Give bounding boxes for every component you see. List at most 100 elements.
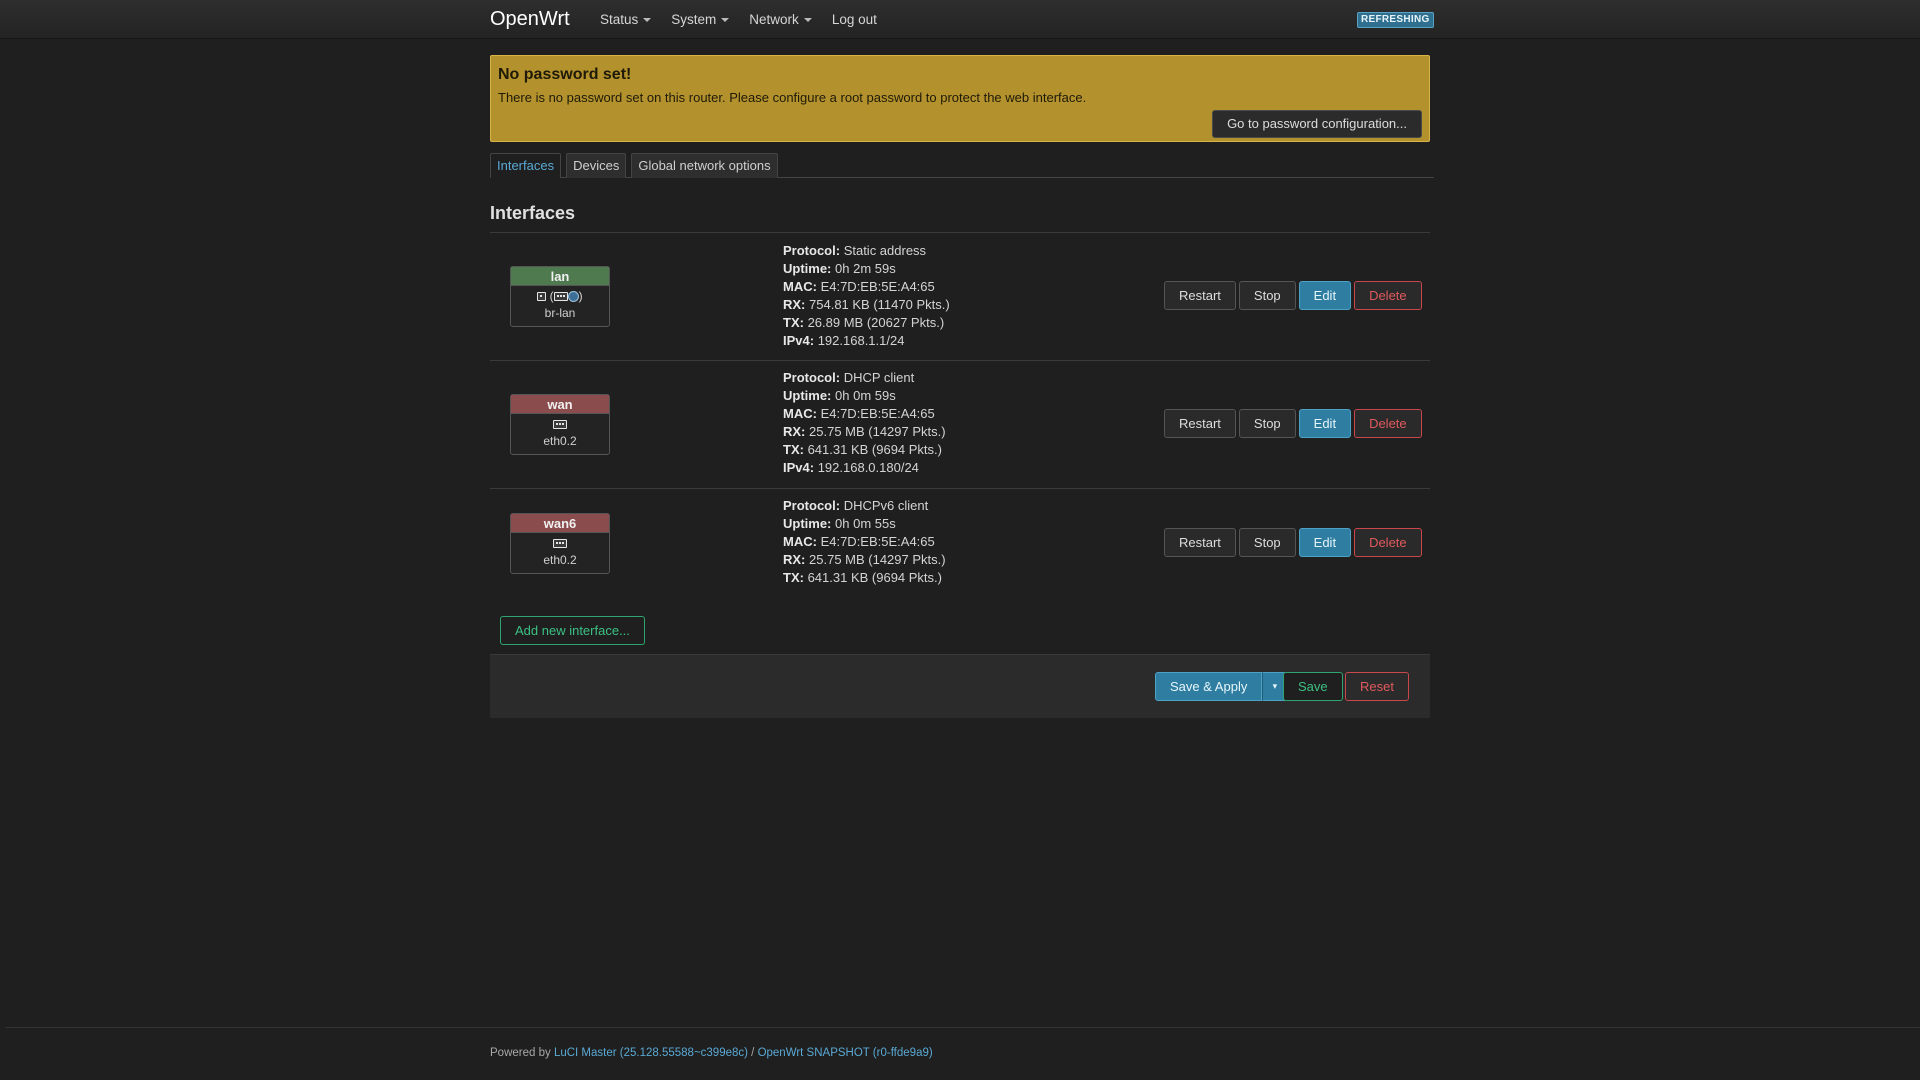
save-apply-button[interactable]: Save & Apply <box>1155 672 1263 701</box>
interface-device: eth0.2 <box>543 553 577 567</box>
luci-version-link[interactable]: LuCI Master (25.128.55588~c399e8c) <box>554 1047 748 1059</box>
interface-row-wan: wan eth0.2 Protocol: DHCP client Uptime:… <box>490 361 1430 489</box>
caret-down-icon <box>643 17 652 22</box>
interface-badge-lan: lan () br-lan <box>510 266 610 327</box>
detail-value: 754.81 KB (11470 Pkts.) <box>809 297 950 312</box>
interface-device: eth0.2 <box>543 434 577 448</box>
tab-bar: Interfaces Devices Global network option… <box>490 153 1434 178</box>
edit-button[interactable]: Edit <box>1298 528 1352 557</box>
detail-label: IPv4: <box>783 333 815 348</box>
stop-button[interactable]: Stop <box>1238 528 1296 557</box>
detail-label: TX: <box>783 315 804 330</box>
edit-button[interactable]: Edit <box>1298 281 1352 310</box>
top-navbar: OpenWrt Status System Network Log out RE… <box>0 0 1920 39</box>
footer: Powered by LuCI Master (25.128.55588~c39… <box>490 1047 933 1059</box>
interface-name: wan <box>511 395 609 414</box>
menu-logout[interactable]: Log out <box>832 12 877 27</box>
detail-protocol: Protocol: DHCP client <box>783 369 946 387</box>
caret-down-icon <box>721 17 730 22</box>
port-icon <box>553 292 568 302</box>
detail-value: 25.75 MB (14297 Pkts.) <box>809 552 946 567</box>
interface-icons: () <box>511 286 609 306</box>
detail-protocol: Protocol: DHCPv6 client <box>783 497 946 515</box>
detail-label: TX: <box>783 442 804 457</box>
reset-button[interactable]: Reset <box>1345 672 1409 701</box>
detail-value: E4:7D:EB:5E:A4:65 <box>820 534 935 549</box>
openwrt-version-link[interactable]: OpenWrt SNAPSHOT (r0-ffde9a9) <box>758 1047 933 1059</box>
password-config-button[interactable]: Go to password configuration... <box>1212 110 1422 138</box>
menu-system[interactable]: System <box>671 12 730 27</box>
detail-label: MAC: <box>783 406 817 421</box>
restart-button[interactable]: Restart <box>1164 281 1236 310</box>
detail-label: TX: <box>783 570 804 585</box>
interface-badge-wan6: wan6 eth0.2 <box>510 513 610 574</box>
detail-rx: RX: 754.81 KB (11470 Pkts.) <box>783 296 950 314</box>
detail-value: 641.31 KB (9694 Pkts.) <box>807 442 942 457</box>
stop-button[interactable]: Stop <box>1238 281 1296 310</box>
detail-value: Static address <box>843 243 927 258</box>
edit-button[interactable]: Edit <box>1298 409 1352 438</box>
detail-rx: RX: 25.75 MB (14297 Pkts.) <box>783 551 946 569</box>
row-buttons: Restart Stop Edit Delete <box>1164 409 1422 438</box>
detail-mac: MAC: E4:7D:EB:5E:A4:65 <box>783 533 946 551</box>
wifi-icon <box>567 291 579 303</box>
bridge-icon <box>537 292 547 302</box>
stop-button[interactable]: Stop <box>1238 409 1296 438</box>
restart-button[interactable]: Restart <box>1164 528 1236 557</box>
detail-ipv4: IPv4: 192.168.1.1/24 <box>783 332 950 350</box>
menu-network-label: Network <box>749 12 799 27</box>
detail-uptime: Uptime: 0h 2m 59s <box>783 260 950 278</box>
detail-value: 192.168.0.180/24 <box>817 460 919 475</box>
detail-tx: TX: 641.31 KB (9694 Pkts.) <box>783 569 946 587</box>
brand-logo[interactable]: OpenWrt <box>490 8 570 31</box>
detail-label: RX: <box>783 552 806 567</box>
delete-button[interactable]: Delete <box>1354 281 1422 310</box>
interface-details: Protocol: DHCPv6 client Uptime: 0h 0m 55… <box>783 497 946 587</box>
tab-global-network-options[interactable]: Global network options <box>631 153 778 178</box>
detail-label: MAC: <box>783 279 817 294</box>
detail-tx: TX: 641.31 KB (9694 Pkts.) <box>783 441 946 459</box>
detail-tx: TX: 26.89 MB (20627 Pkts.) <box>783 314 950 332</box>
detail-label: Uptime: <box>783 516 832 531</box>
main-menu: Status System Network Log out <box>600 12 897 27</box>
interface-device: br-lan <box>544 306 576 320</box>
save-button[interactable]: Save <box>1283 672 1343 701</box>
detail-value: 641.31 KB (9694 Pkts.) <box>807 570 942 585</box>
tab-devices[interactable]: Devices <box>566 153 627 178</box>
menu-system-label: System <box>671 12 717 27</box>
action-bar: Save & Apply ▾ Save Reset <box>490 654 1430 718</box>
detail-value: 192.168.1.1/24 <box>817 333 905 348</box>
port-icon <box>553 420 567 430</box>
refreshing-badge[interactable]: REFRESHING <box>1357 12 1434 28</box>
delete-button[interactable]: Delete <box>1354 409 1422 438</box>
interface-row-wan6: wan6 eth0.2 Protocol: DHCPv6 client Upti… <box>490 489 1430 599</box>
interface-details: Protocol: DHCP client Uptime: 0h 0m 59s … <box>783 369 946 477</box>
interface-badge-wan: wan eth0.2 <box>510 394 610 455</box>
alert-title: No password set! <box>498 66 632 83</box>
delete-button[interactable]: Delete <box>1354 528 1422 557</box>
menu-status[interactable]: Status <box>600 12 652 27</box>
menu-status-label: Status <box>600 12 639 27</box>
interface-row-lan: lan () br-lan Protocol: Static address U… <box>490 233 1430 361</box>
detail-label: Uptime: <box>783 261 832 276</box>
tab-interfaces[interactable]: Interfaces <box>490 153 562 178</box>
detail-value: 0h 0m 55s <box>835 516 896 531</box>
detail-label: Protocol: <box>783 498 841 513</box>
menu-network[interactable]: Network <box>749 12 812 27</box>
footer-separator: / <box>747 1047 758 1059</box>
detail-value: 0h 0m 59s <box>835 388 896 403</box>
detail-rx: RX: 25.75 MB (14297 Pkts.) <box>783 423 946 441</box>
add-interface-button[interactable]: Add new interface... <box>500 616 645 645</box>
restart-button[interactable]: Restart <box>1164 409 1236 438</box>
detail-value: 26.89 MB (20627 Pkts.) <box>807 315 945 330</box>
interface-name: wan6 <box>511 514 609 533</box>
menu-logout-label: Log out <box>831 12 877 27</box>
caret-down-icon <box>803 17 812 22</box>
detail-value: DHCP client <box>843 370 915 385</box>
footer-prefix: Powered by <box>490 1047 554 1059</box>
detail-uptime: Uptime: 0h 0m 55s <box>783 515 946 533</box>
detail-mac: MAC: E4:7D:EB:5E:A4:65 <box>783 405 946 423</box>
row-buttons: Restart Stop Edit Delete <box>1164 528 1422 557</box>
row-buttons: Restart Stop Edit Delete <box>1164 281 1422 310</box>
detail-label: Protocol: <box>783 243 841 258</box>
